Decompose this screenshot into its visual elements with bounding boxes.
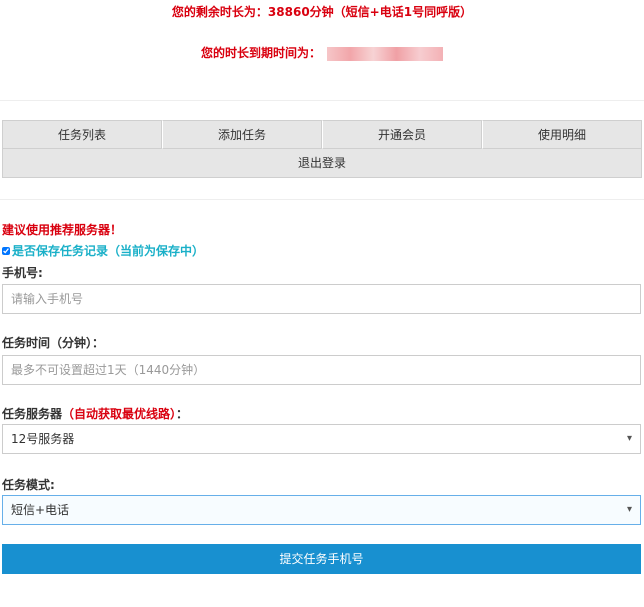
mode-label: 任务模式: bbox=[2, 478, 55, 492]
chevron-down-icon: ▾ bbox=[626, 433, 632, 444]
server-label: 任务服务器（自动获取最优线路）： bbox=[2, 405, 188, 422]
nav-membership-button[interactable]: 开通会员 bbox=[322, 120, 482, 149]
nav-menu: 任务列表 添加任务 开通会员 使用明细 退出登录 bbox=[2, 120, 642, 178]
redacted-expire-time bbox=[327, 46, 443, 61]
nav-task-list-button[interactable]: 任务列表 bbox=[2, 120, 162, 149]
server-label-hint: （自动获取最优线路） bbox=[62, 407, 177, 421]
page: 您的剩余时长为：38860分钟（短信+电话1号同呼版） 您的时长到期时间为： 任… bbox=[0, 0, 644, 607]
mode-select[interactable]: 短信+电话 ▾ bbox=[2, 495, 641, 525]
submit-task-button[interactable]: 提交任务手机号 bbox=[2, 544, 641, 574]
server-select[interactable]: 12号服务器 ▾ bbox=[2, 424, 641, 454]
logout-button[interactable]: 退出登录 bbox=[2, 149, 642, 178]
recommend-server-notice: 建议使用推荐服务器！ bbox=[2, 223, 123, 237]
expire-time-label: 您的时长到期时间为： bbox=[200, 46, 321, 60]
save-record-label: 是否保存任务记录（当前为保存中） bbox=[12, 244, 205, 258]
phone-label: 手机号: bbox=[2, 266, 43, 280]
save-record-checkbox[interactable] bbox=[2, 246, 10, 255]
server-label-suffix: ： bbox=[176, 407, 189, 421]
task-time-label: 任务时间（分钟）： bbox=[2, 336, 105, 350]
expire-time-line: 您的时长到期时间为： bbox=[0, 44, 644, 61]
task-time-input[interactable] bbox=[2, 355, 641, 385]
nav-row-main: 任务列表 添加任务 开通会员 使用明细 bbox=[2, 120, 642, 149]
nav-add-task-button[interactable]: 添加任务 bbox=[162, 120, 322, 149]
nav-usage-detail-button[interactable]: 使用明细 bbox=[482, 120, 642, 149]
header-divider bbox=[0, 100, 644, 101]
chevron-down-icon: ▾ bbox=[626, 504, 632, 515]
nav-divider bbox=[0, 199, 644, 200]
save-record-option[interactable]: 是否保存任务记录（当前为保存中） bbox=[2, 242, 204, 259]
remaining-time-text: 您的剩余时长为：38860分钟（短信+电话1号同呼版） bbox=[171, 5, 473, 19]
phone-input[interactable] bbox=[2, 284, 641, 314]
server-select-value: 12号服务器 bbox=[11, 432, 75, 446]
mode-select-value: 短信+电话 bbox=[11, 503, 70, 517]
nav-row-logout: 退出登录 bbox=[2, 149, 642, 178]
server-label-text: 任务服务器 bbox=[2, 407, 63, 421]
